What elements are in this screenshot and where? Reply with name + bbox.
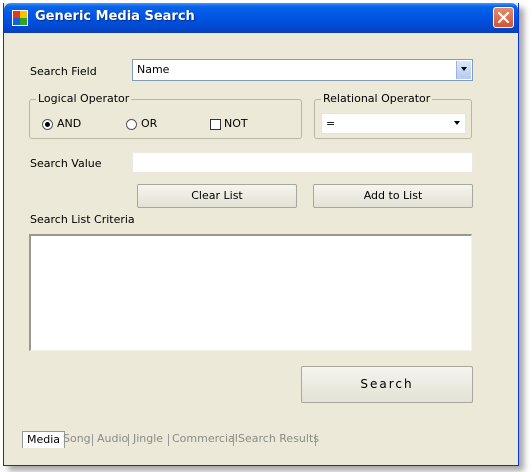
search-field-label: Search Field	[30, 65, 97, 78]
main-window: Generic Media Search Search Field Name L…	[3, 3, 519, 466]
chevron-down-icon[interactable]	[456, 61, 471, 79]
criteria-label: Search List Criteria	[30, 213, 135, 226]
logical-operator-legend: Logical Operator	[36, 92, 132, 105]
add-to-list-button[interactable]: Add to List	[313, 184, 473, 208]
search-criteria-list[interactable]	[29, 234, 472, 351]
clear-list-button[interactable]: Clear List	[137, 184, 297, 208]
tab-separator	[128, 434, 129, 446]
search-button[interactable]: Search	[301, 366, 473, 403]
tab-audio[interactable]: Audio	[97, 431, 128, 448]
relational-operator-group: Relational Operator =	[314, 92, 472, 139]
form-body: Search Field Name Logical Operator AND O…	[4, 33, 518, 465]
not-checkbox[interactable]	[210, 119, 221, 130]
app-icon	[12, 10, 28, 26]
tab-separator	[233, 434, 234, 446]
search-field-select[interactable]: Name	[132, 59, 473, 81]
chevron-down-icon[interactable]	[450, 115, 464, 132]
tab-song[interactable]: Song	[63, 431, 91, 448]
close-icon	[497, 11, 510, 24]
close-button[interactable]	[493, 7, 514, 28]
or-radio[interactable]	[126, 119, 137, 130]
relational-operator-value: =	[326, 117, 336, 130]
search-label: Search	[360, 377, 414, 391]
window-title: Generic Media Search	[35, 9, 195, 24]
and-radio[interactable]	[42, 119, 53, 130]
add-to-list-label: Add to List	[363, 189, 423, 202]
tab-separator	[92, 434, 93, 446]
clear-list-label: Clear List	[191, 189, 243, 202]
not-label[interactable]: NOT	[224, 117, 248, 130]
and-label[interactable]: AND	[57, 117, 81, 130]
title-bar[interactable]: Generic Media Search	[4, 3, 518, 33]
tab-jingle[interactable]: Jingle	[133, 431, 163, 448]
search-value-input[interactable]	[132, 152, 473, 173]
relational-operator-select[interactable]: =	[321, 113, 466, 134]
tab-commercial[interactable]: Commercial	[172, 431, 238, 448]
tab-media[interactable]: Media	[22, 431, 66, 448]
search-value-label: Search Value	[30, 157, 102, 170]
search-field-value: Name	[137, 63, 170, 76]
relational-operator-legend: Relational Operator	[321, 92, 433, 105]
tab-separator	[315, 434, 316, 446]
logical-operator-group: Logical Operator AND OR NOT	[29, 92, 302, 139]
tab-search-results[interactable]: Search Results	[238, 431, 319, 448]
or-label[interactable]: OR	[141, 117, 157, 130]
tab-separator	[168, 434, 169, 446]
